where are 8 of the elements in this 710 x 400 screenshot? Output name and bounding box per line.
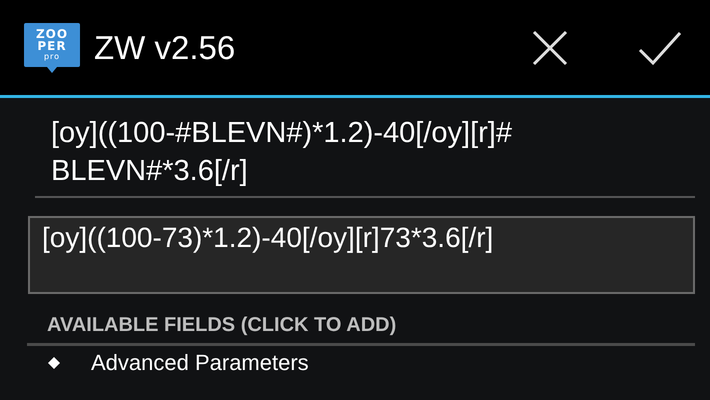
formula-input-field[interactable]: [oy]((100-#BLEVN#)*1.2)-40[/oy][r]#BLEVN#*3.6[/r]	[35, 114, 695, 198]
field-category-item[interactable]: Advanced Parameters	[35, 346, 695, 376]
expand-icon	[47, 356, 61, 370]
logo-pointer-icon	[47, 66, 57, 72]
app-logo: ZOO PER pro	[24, 22, 80, 66]
section-header: AVAILABLE FIELDS (CLICK TO ADD)	[46, 314, 398, 338]
window-title: ZW v2.56	[94, 28, 236, 66]
preview-output: [oy]((100-73)*1.2)-40[/oy][r]73*3.6[/r]	[28, 216, 695, 294]
